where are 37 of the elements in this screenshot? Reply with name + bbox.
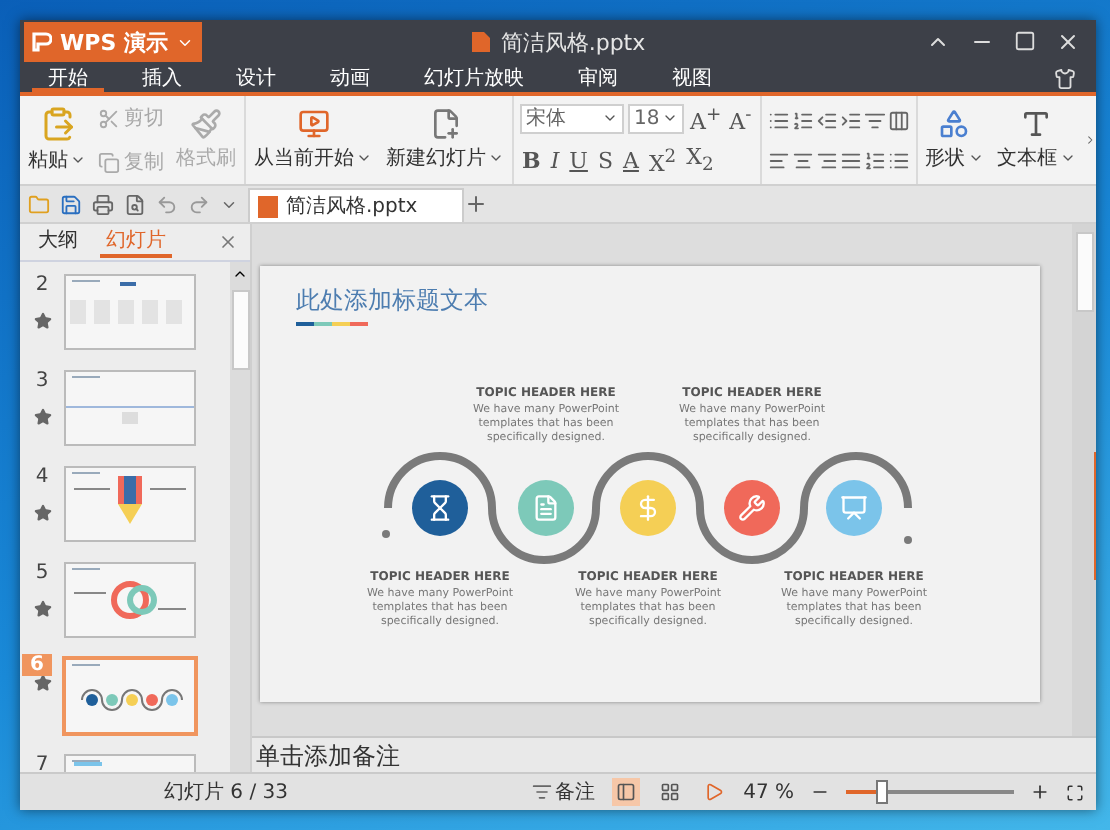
font-size-field[interactable]: 18	[628, 103, 684, 134]
menu-tab[interactable]: 插入	[126, 64, 198, 92]
slide-number: 3	[33, 370, 51, 392]
panel-tab[interactable]: 大纲	[32, 226, 84, 258]
menu-tab[interactable]: 视图	[656, 64, 728, 92]
menu-tab[interactable]: 幻灯片放映	[408, 64, 540, 92]
window-title: 简洁风格.pptx	[500, 27, 646, 57]
subscript-button[interactable]: X$_{2}$	[684, 144, 716, 177]
notes-toggle[interactable]: 备注	[555, 778, 596, 806]
text-format-button[interactable]: S	[595, 147, 615, 174]
superscript-button[interactable]: X$^{2}$	[646, 145, 679, 177]
menu-tab[interactable]: 审阅	[562, 64, 634, 92]
text-format-button[interactable]: A	[621, 147, 641, 174]
document-tab[interactable]: 简洁风格.pptx	[248, 188, 464, 222]
slide-number: 6	[22, 654, 52, 676]
grow-font-button[interactable]: A$^{+}$	[688, 103, 724, 135]
text-format-button[interactable]: B	[520, 147, 543, 174]
menu-tab[interactable]: 动画	[314, 64, 386, 92]
slide-number: 5	[33, 562, 51, 584]
text-format-button[interactable]: U	[567, 147, 590, 174]
slide-number: 4	[33, 466, 51, 488]
menu-tab[interactable]: 开始	[32, 64, 104, 92]
menu-tab[interactable]: 设计	[220, 64, 292, 92]
slide-number: 2	[33, 274, 51, 296]
play-from-current-button[interactable]: 从当前开始	[252, 108, 374, 172]
slide-title: 此处添加标题文本	[296, 284, 488, 318]
text-format-button[interactable]: I	[548, 147, 562, 174]
shapes-button[interactable]: 形状	[923, 108, 986, 172]
shrink-font-button[interactable]: A$^{-}$	[727, 103, 754, 135]
new-slide-button[interactable]: 新建幻灯片	[384, 108, 506, 172]
slide-counter: 幻灯片 6 / 33	[164, 779, 288, 806]
notes-field[interactable]: 单击添加备注	[252, 736, 1096, 772]
paste-button[interactable]: 粘贴	[26, 106, 88, 174]
font-name-field[interactable]: 宋体	[520, 103, 624, 134]
zoom-level: 47 %	[743, 781, 794, 803]
text-box-button[interactable]: 文本框	[995, 108, 1078, 172]
slide-number: 7	[33, 754, 51, 772]
